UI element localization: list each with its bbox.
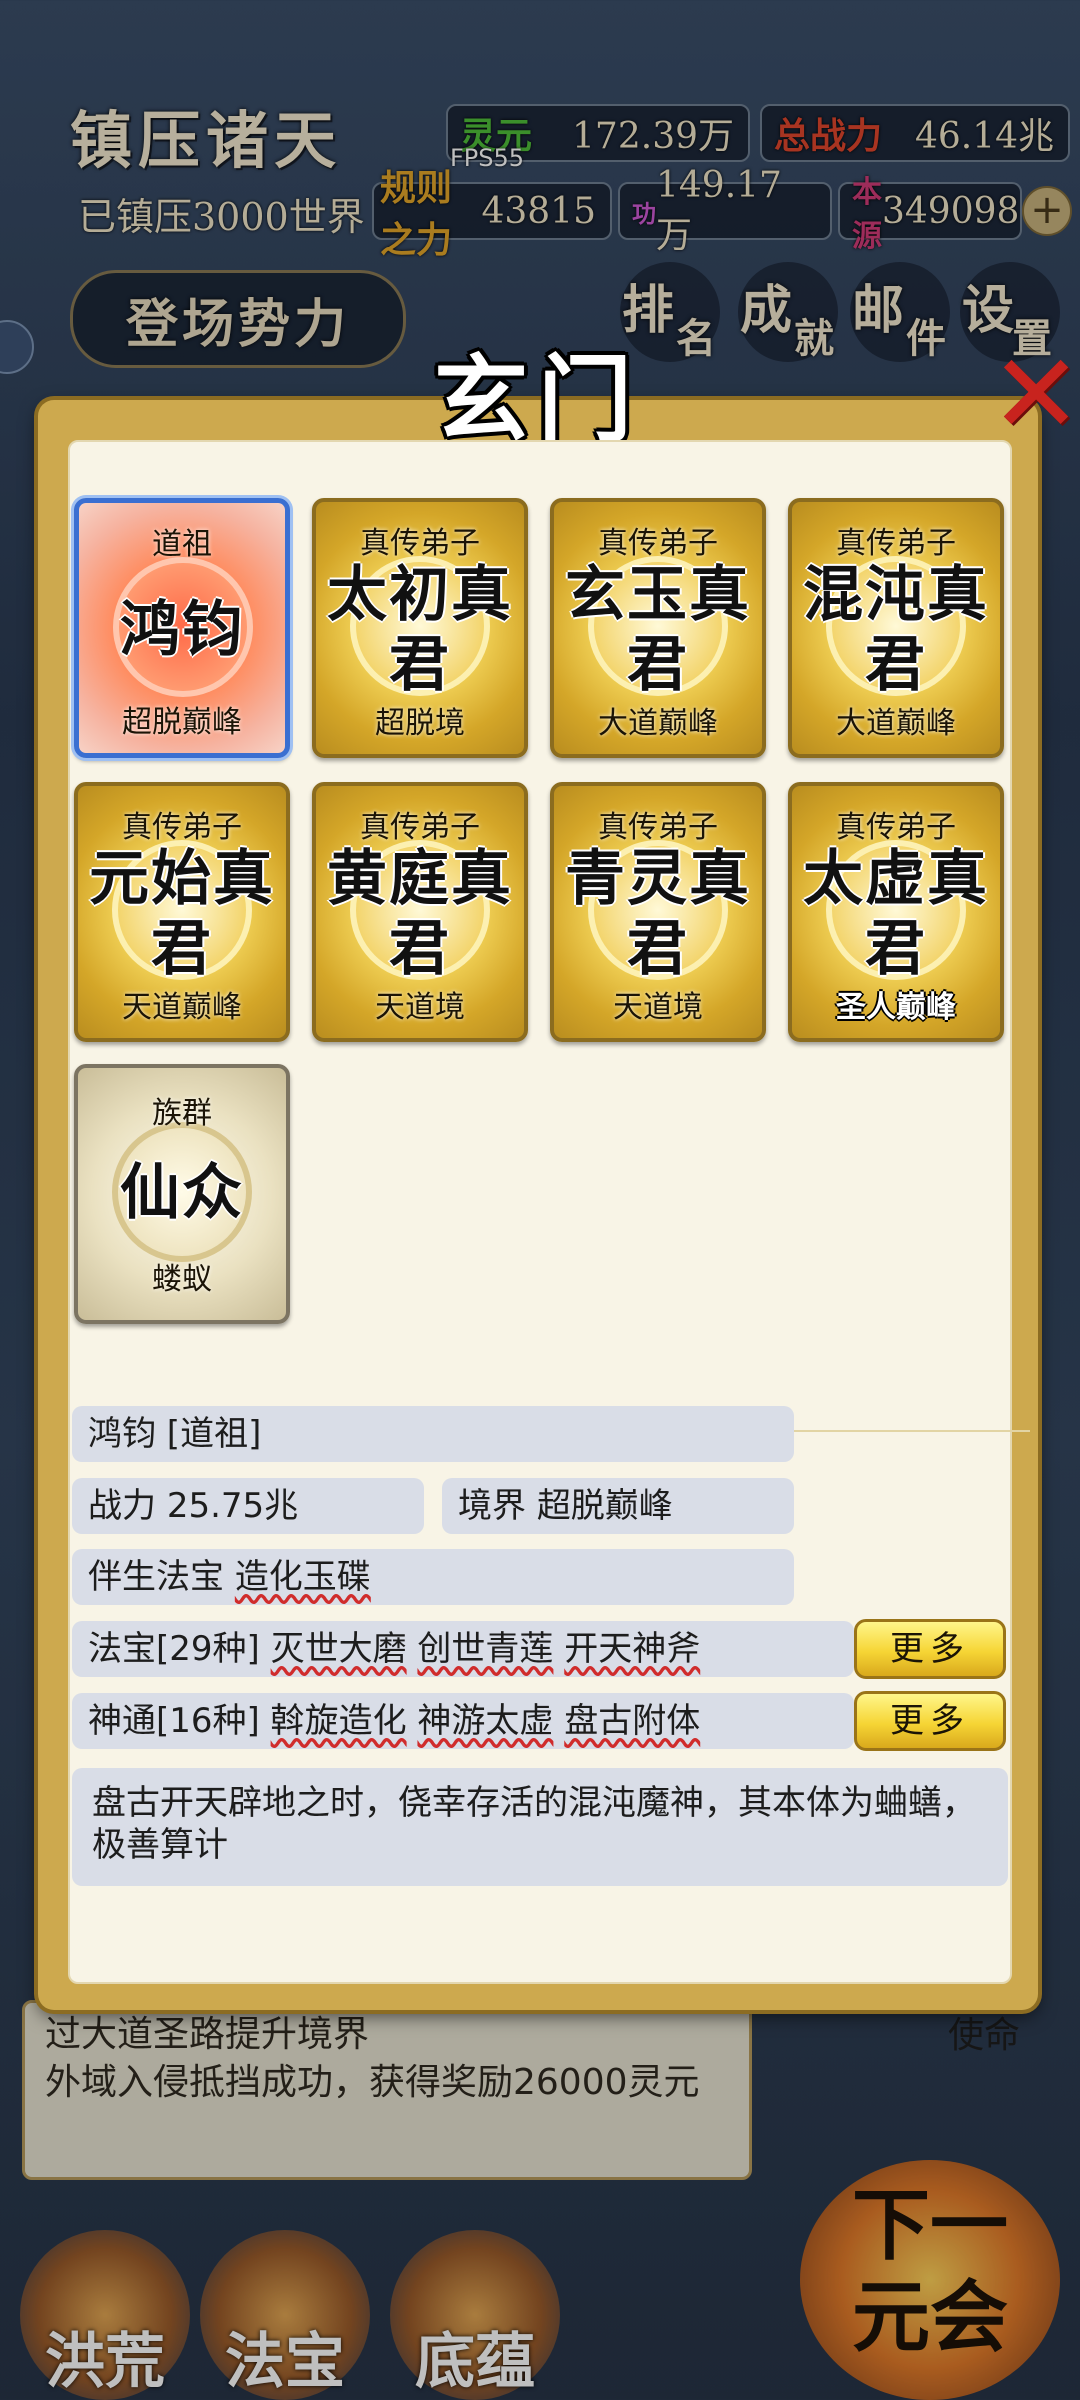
card-realm: 超脱境 — [375, 706, 465, 741]
skills-field: 神通[16种] 斡旋造化 神游太虚 盘古附体 — [72, 1693, 854, 1749]
card-role: 真传弟子 — [836, 810, 956, 845]
card-realm: 圣人巅峰 — [836, 990, 956, 1025]
card-name: 太虚真君 — [803, 844, 989, 984]
power-field-label: 战力 — [88, 1486, 156, 1526]
close-icon[interactable]: ✕ — [990, 339, 1080, 449]
skill-item[interactable]: 神游太虚 — [417, 1701, 553, 1741]
companion-label: 伴生法宝 — [88, 1557, 224, 1597]
card-realm: 天道巅峰 — [122, 990, 242, 1025]
realm-field-label: 境界 — [458, 1486, 526, 1526]
member-card-hundun[interactable]: 真传弟子 混沌真君 大道巅峰 — [788, 498, 1004, 758]
card-role: 真传弟子 — [360, 526, 480, 561]
skills-label: 神通[16种] — [88, 1701, 260, 1741]
card-name: 太初真君 — [327, 560, 513, 700]
member-card-taichu[interactable]: 真传弟子 太初真君 超脱境 — [312, 498, 528, 758]
card-name: 鸿钧 — [120, 595, 244, 665]
card-role: 真传弟子 — [598, 526, 718, 561]
card-realm: 超脱巅峰 — [122, 705, 242, 740]
card-name: 黄庭真君 — [327, 844, 513, 984]
card-realm: 天道境 — [375, 990, 465, 1025]
treasure-item[interactable]: 创世青莲 — [417, 1629, 553, 1669]
card-realm: 大道巅峰 — [598, 706, 718, 741]
treasures-label: 法宝[29种] — [88, 1629, 260, 1669]
skill-item[interactable]: 斡旋造化 — [271, 1701, 407, 1741]
card-role: 真传弟子 — [836, 526, 956, 561]
member-card-yuanshi[interactable]: 真传弟子 元始真君 天道巅峰 — [74, 782, 290, 1042]
realm-field-value: 超脱巅峰 — [536, 1486, 673, 1526]
realm-field: 境界 超脱巅峰 — [442, 1478, 794, 1534]
member-card-hongjun[interactable]: 道祖 鸿钧 超脱巅峰 — [74, 498, 290, 758]
card-role: 真传弟子 — [598, 810, 718, 845]
skill-item[interactable]: 盘古附体 — [564, 1701, 700, 1741]
card-name: 元始真君 — [89, 844, 275, 984]
card-name: 仙众 — [120, 1158, 244, 1228]
power-field-value: 25.75兆 — [166, 1486, 299, 1526]
skills-more-button[interactable]: 更多 — [854, 1691, 1006, 1751]
member-card-xianzhong[interactable]: 族群 仙众 蝼蚁 — [74, 1064, 290, 1324]
card-role: 真传弟子 — [360, 810, 480, 845]
card-role: 真传弟子 — [122, 810, 242, 845]
companion-value[interactable]: 造化玉碟 — [235, 1557, 371, 1597]
member-card-xuanyu[interactable]: 真传弟子 玄玉真君 大道巅峰 — [550, 498, 766, 758]
power-field: 战力 25.75兆 — [72, 1478, 424, 1534]
character-description: 盘古开天辟地之时，侥幸存活的混沌魔神，其本体为蛐蟮，极善算计 — [72, 1768, 1008, 1886]
card-realm: 天道境 — [613, 990, 703, 1025]
member-card-qingling[interactable]: 真传弟子 青灵真君 天道境 — [550, 782, 766, 1042]
companion-treasure-field: 伴生法宝 造化玉碟 — [72, 1549, 794, 1605]
treasures-more-button[interactable]: 更多 — [854, 1619, 1006, 1679]
card-realm: 蝼蚁 — [152, 1262, 212, 1297]
member-card-taixu[interactable]: 真传弟子 太虚真君 圣人巅峰 — [788, 782, 1004, 1042]
card-name: 混沌真君 — [803, 560, 989, 700]
card-name: 玄玉真君 — [565, 560, 751, 700]
selected-header: 鸿钧 [道祖] — [72, 1406, 794, 1462]
treasure-item[interactable]: 灭世大磨 — [271, 1629, 407, 1669]
member-card-huangting[interactable]: 真传弟子 黄庭真君 天道境 — [312, 782, 528, 1042]
card-name: 青灵真君 — [565, 844, 751, 984]
treasures-field: 法宝[29种] 灭世大磨 创世青莲 开天神斧 — [72, 1621, 854, 1677]
card-role: 道祖 — [152, 527, 212, 562]
card-realm: 大道巅峰 — [836, 706, 956, 741]
treasure-item[interactable]: 开天神斧 — [564, 1629, 700, 1669]
card-role: 族群 — [152, 1096, 212, 1131]
